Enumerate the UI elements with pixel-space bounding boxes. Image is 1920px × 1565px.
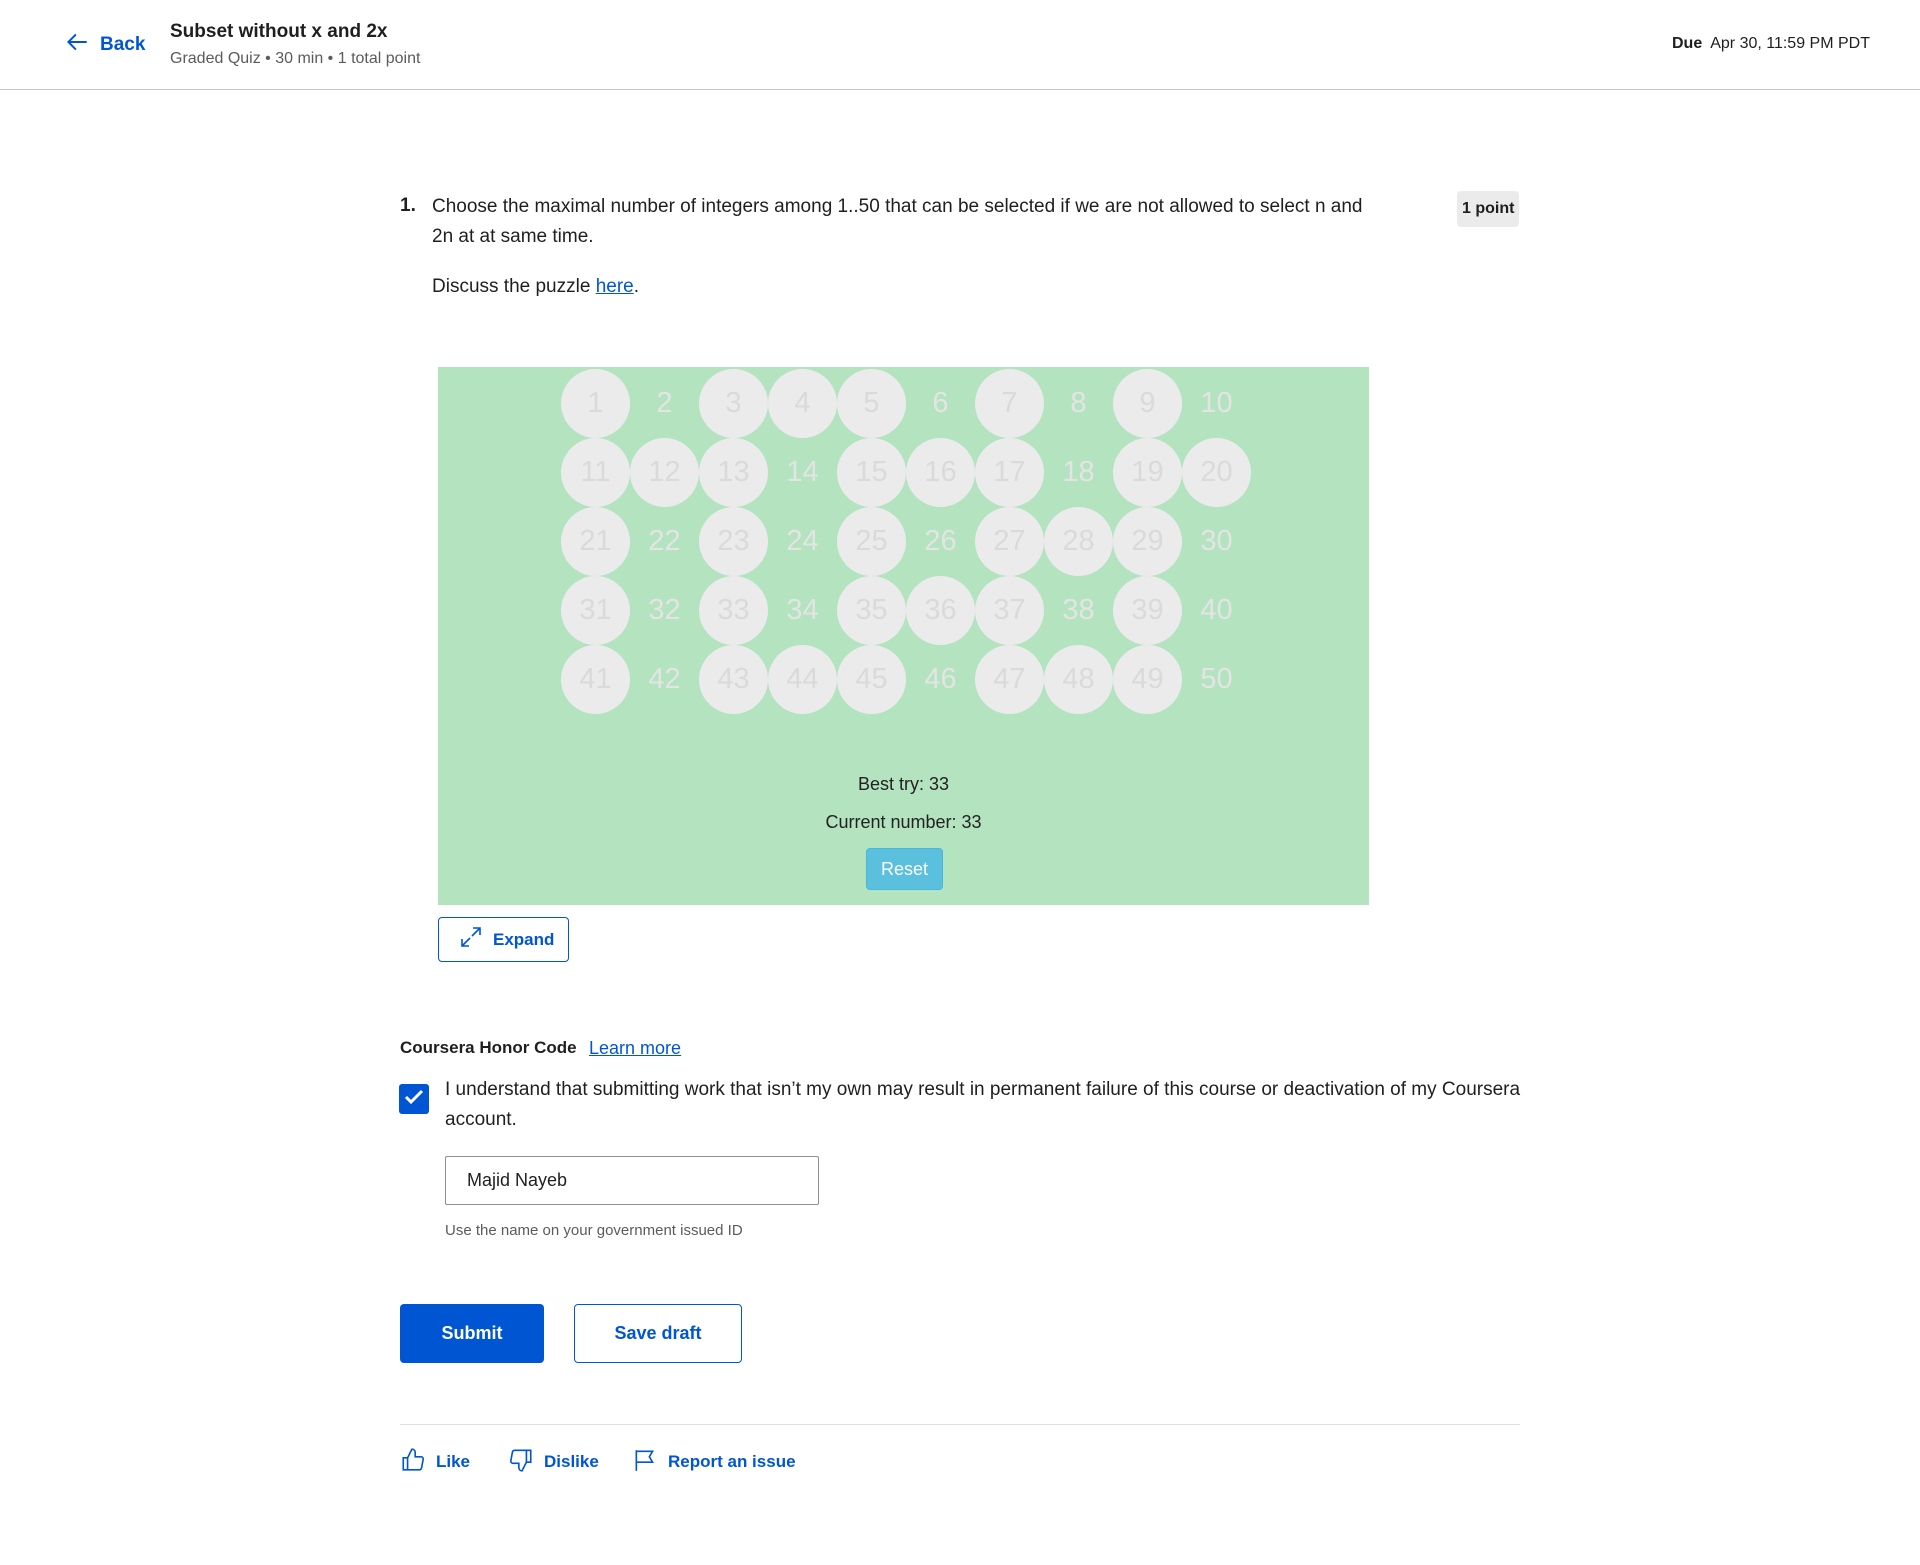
number-cell-1[interactable]: 1 <box>561 369 630 438</box>
number-cell-19[interactable]: 19 <box>1113 438 1182 507</box>
number-cell-3[interactable]: 3 <box>699 369 768 438</box>
question-text: Choose the maximal number of integers am… <box>432 196 1363 247</box>
question-number: 1. <box>400 195 416 216</box>
number-cell-39[interactable]: 39 <box>1113 576 1182 645</box>
divider <box>400 1424 1520 1425</box>
discuss-line: Discuss the puzzle here. <box>432 272 639 302</box>
best-try: Best try: 33 <box>857 774 950 794</box>
honor-code-heading: Coursera Honor Code <box>400 1038 577 1057</box>
quiz-subtitle: Graded Quiz • 30 min • 1 total point <box>170 50 421 67</box>
back-label: Back <box>100 34 146 55</box>
like-label: Like <box>436 1452 471 1471</box>
top-bar: Back Subset without x and 2x Graded Quiz… <box>0 0 1920 90</box>
reset-button[interactable]: Reset <box>866 848 943 890</box>
number-cell-47[interactable]: 47 <box>975 645 1044 714</box>
number-cell-11[interactable]: 11 <box>561 438 630 507</box>
number-cell-44[interactable]: 44 <box>768 645 837 714</box>
dislike-label: Dislike <box>544 1452 599 1471</box>
number-grid: 1 2 3 4 5 6 7 8 9 10 11 12 13 14 15 16 17 18 19 20 21 22 23 24 2… <box>561 369 1251 714</box>
number-cell-38[interactable]: 38 <box>1044 576 1113 645</box>
number-cell-14[interactable]: 14 <box>768 438 837 507</box>
number-cell-35[interactable]: 35 <box>837 576 906 645</box>
points-badge: 1 point <box>1457 191 1520 227</box>
thumbs-up-icon <box>400 1447 426 1478</box>
puzzle-widget: 1 2 3 4 5 6 7 8 9 10 11 12 13 14 15 16 17 18 19 20 21 22 23 24 2… <box>438 367 1369 905</box>
legal-name-input[interactable] <box>445 1156 819 1205</box>
learn-more-link[interactable]: Learn more <box>589 1038 681 1059</box>
number-cell-33[interactable]: 33 <box>699 576 768 645</box>
number-cell-22[interactable]: 22 <box>630 507 699 576</box>
number-cell-46[interactable]: 46 <box>906 645 975 714</box>
number-cell-31[interactable]: 31 <box>561 576 630 645</box>
number-cell-50[interactable]: 50 <box>1182 645 1251 714</box>
number-cell-2[interactable]: 2 <box>630 369 699 438</box>
number-cell-15[interactable]: 15 <box>837 438 906 507</box>
number-cell-12[interactable]: 12 <box>630 438 699 507</box>
number-cell-45[interactable]: 45 <box>837 645 906 714</box>
honor-checkbox[interactable] <box>399 1084 429 1114</box>
dislike-button[interactable]: Dislike <box>508 1447 599 1478</box>
expand-icon <box>459 925 483 954</box>
report-issue-button[interactable]: Report an issue <box>632 1449 796 1475</box>
number-cell-7[interactable]: 7 <box>975 369 1044 438</box>
submit-button[interactable]: Submit <box>400 1304 544 1363</box>
report-label: Report an issue <box>668 1452 796 1471</box>
number-cell-32[interactable]: 32 <box>630 576 699 645</box>
number-cell-21[interactable]: 21 <box>561 507 630 576</box>
number-cell-37[interactable]: 37 <box>975 576 1044 645</box>
discuss-prefix: Discuss the puzzle <box>432 276 596 297</box>
honor-statement: I understand that submitting work that i… <box>445 1079 1521 1130</box>
number-cell-27[interactable]: 27 <box>975 507 1044 576</box>
number-cell-42[interactable]: 42 <box>630 645 699 714</box>
number-cell-17[interactable]: 17 <box>975 438 1044 507</box>
save-draft-button[interactable]: Save draft <box>574 1304 742 1363</box>
thumbs-down-icon <box>508 1447 534 1478</box>
number-cell-41[interactable]: 41 <box>561 645 630 714</box>
number-cell-18[interactable]: 18 <box>1044 438 1113 507</box>
number-cell-36[interactable]: 36 <box>906 576 975 645</box>
number-cell-43[interactable]: 43 <box>699 645 768 714</box>
back-button[interactable]: Back <box>64 30 145 60</box>
number-cell-25[interactable]: 25 <box>837 507 906 576</box>
arrow-left-icon <box>64 29 90 61</box>
name-hint: Use the name on your government issued I… <box>445 1222 743 1239</box>
flag-icon <box>632 1447 658 1478</box>
number-cell-6[interactable]: 6 <box>906 369 975 438</box>
number-cell-24[interactable]: 24 <box>768 507 837 576</box>
number-cell-20[interactable]: 20 <box>1182 438 1251 507</box>
number-cell-28[interactable]: 28 <box>1044 507 1113 576</box>
number-cell-49[interactable]: 49 <box>1113 645 1182 714</box>
due-value: Apr 30, 11:59 PM PDT <box>1710 35 1870 52</box>
discuss-suffix: . <box>633 276 639 297</box>
number-cell-4[interactable]: 4 <box>768 369 837 438</box>
current-number: Current number: 33 <box>825 812 982 832</box>
due-label: Due <box>1671 35 1703 52</box>
number-cell-23[interactable]: 23 <box>699 507 768 576</box>
number-cell-29[interactable]: 29 <box>1113 507 1182 576</box>
expand-button[interactable]: Expand <box>438 917 569 962</box>
number-cell-48[interactable]: 48 <box>1044 645 1113 714</box>
checkmark-icon <box>402 1085 426 1114</box>
number-cell-5[interactable]: 5 <box>837 369 906 438</box>
number-cell-40[interactable]: 40 <box>1182 576 1251 645</box>
number-cell-16[interactable]: 16 <box>906 438 975 507</box>
discuss-link[interactable]: here <box>596 276 634 297</box>
number-cell-9[interactable]: 9 <box>1113 369 1182 438</box>
number-cell-13[interactable]: 13 <box>699 438 768 507</box>
number-cell-30[interactable]: 30 <box>1182 507 1251 576</box>
number-cell-26[interactable]: 26 <box>906 507 975 576</box>
expand-label: Expand <box>493 929 555 949</box>
number-cell-34[interactable]: 34 <box>768 576 837 645</box>
like-button[interactable]: Like <box>400 1447 471 1478</box>
due-date: Due Apr 30, 11:59 PM PDT <box>1672 35 1870 53</box>
number-cell-10[interactable]: 10 <box>1182 369 1251 438</box>
quiz-title: Subset without x and 2x <box>170 21 388 42</box>
number-cell-8[interactable]: 8 <box>1044 369 1113 438</box>
